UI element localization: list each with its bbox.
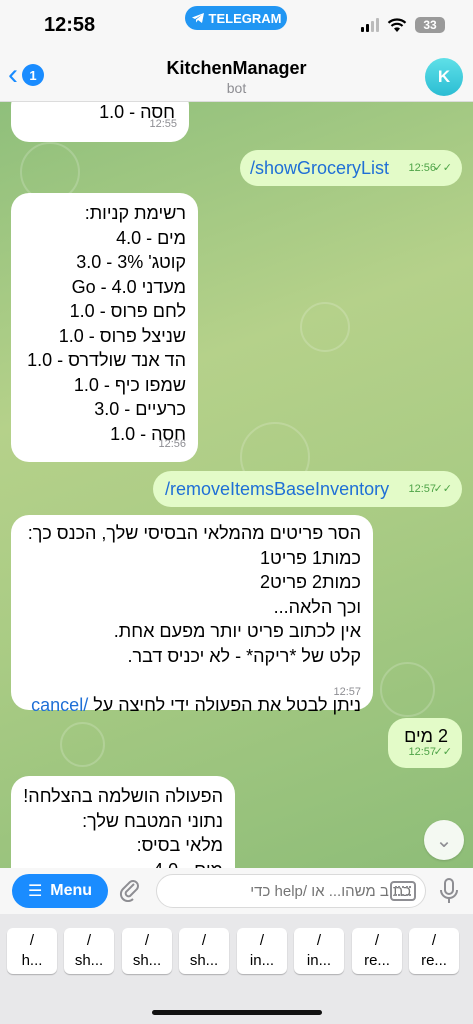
message-input-bar: ☰ Menu	[0, 868, 473, 914]
keyboard-button[interactable]: / re...	[409, 928, 459, 974]
menu-button[interactable]: ☰ Menu	[12, 874, 108, 908]
wifi-icon	[387, 17, 407, 32]
outgoing-message[interactable]: /showGroceryList 12:56 ✓✓	[240, 150, 462, 186]
read-check-icon: ✓✓	[433, 161, 452, 174]
keyboard-button[interactable]: / sh...	[179, 928, 229, 974]
keyboard-button[interactable]: / re...	[352, 928, 402, 974]
keyboard-button[interactable]: / in...	[237, 928, 287, 974]
telegram-icon	[191, 13, 204, 23]
keyboard-button[interactable]: / sh...	[64, 928, 114, 974]
home-indicator	[152, 1010, 322, 1015]
keyboard-button[interactable]: / in...	[294, 928, 344, 974]
battery-level: 33	[423, 18, 437, 32]
message-text: רשימת קניות: מים - 4.0 קוטג' 3% - 3.0 מע…	[27, 203, 186, 444]
avatar-letter: K	[437, 67, 451, 86]
attach-icon[interactable]	[118, 876, 140, 909]
scroll-to-bottom-button[interactable]: ⌄	[424, 820, 464, 860]
bot-keyboard-icon[interactable]	[390, 881, 416, 901]
incoming-message[interactable]: חסה - 1.0 12:55	[11, 102, 189, 142]
message-time: 12:57	[408, 745, 436, 758]
incoming-message[interactable]: הפעולה הושלמה בהצלחה! נתוני המטבח שלך: מ…	[11, 776, 235, 868]
chat-header: ‹ 1 KitchenManager bot K	[0, 50, 473, 102]
chevron-down-icon: ⌄	[435, 829, 453, 852]
bot-keyboard: / h... / sh... / sh... / sh... / in... / in...…	[0, 914, 473, 1024]
keyboard-button[interactable]: / sh...	[122, 928, 172, 974]
message-time: 12:56	[408, 161, 436, 174]
avatar[interactable]: K	[425, 58, 463, 96]
cancel-command-link[interactable]: /cancel	[31, 695, 88, 715]
telegram-pill[interactable]: TELEGRAM	[185, 6, 287, 30]
command-link[interactable]: /showGroceryList	[250, 156, 389, 181]
battery-icon: 33	[415, 17, 445, 33]
cellular-signal-icon	[361, 18, 379, 32]
message-time: 12:57	[333, 685, 361, 698]
message-time: 12:57	[408, 482, 436, 495]
command-link[interactable]: /removeItemsBaseInventory	[165, 477, 389, 502]
message-text: הסר פריטים מהמלאי הבסיסי שלך, הכנס כך: כ…	[27, 523, 361, 666]
message-time: 12:56	[158, 437, 186, 450]
hamburger-icon: ☰	[27, 883, 43, 900]
menu-button-label: Menu	[50, 882, 93, 899]
status-bar: 12:58 TELEGRAM 33	[0, 0, 473, 50]
read-check-icon: ✓✓	[433, 482, 452, 495]
chat-subtitle: bot	[226, 80, 247, 96]
cancel-instruction: ניתן לבטל את הפעולה ידי לחיצה על	[88, 694, 361, 715]
microphone-icon[interactable]	[438, 878, 460, 904]
read-check-icon: ✓✓	[433, 745, 452, 758]
outgoing-message[interactable]: /removeItemsBaseInventory 12:57 ✓✓	[153, 471, 462, 507]
telegram-pill-label: TELEGRAM	[208, 10, 282, 26]
status-time: 12:58	[44, 14, 96, 36]
keyboard-button[interactable]: / h...	[7, 928, 57, 974]
message-time: 12:55	[149, 117, 177, 130]
chat-messages[interactable]: חסה - 1.0 12:55 /showGroceryList 12:56 ✓…	[0, 102, 473, 868]
outgoing-message[interactable]: 2 מים 12:57 ✓✓	[388, 718, 462, 768]
incoming-message[interactable]: רשימת קניות: מים - 4.0 קוטג' 3% - 3.0 מע…	[11, 193, 198, 462]
message-input[interactable]	[156, 874, 426, 908]
incoming-message[interactable]: הסר פריטים מהמלאי הבסיסי שלך, הכנס כך: כ…	[11, 515, 373, 715]
message-text: הפעולה הושלמה בהצלחה! נתוני המטבח שלך: מ…	[23, 786, 223, 868]
chat-title[interactable]: KitchenManager	[0, 58, 473, 79]
